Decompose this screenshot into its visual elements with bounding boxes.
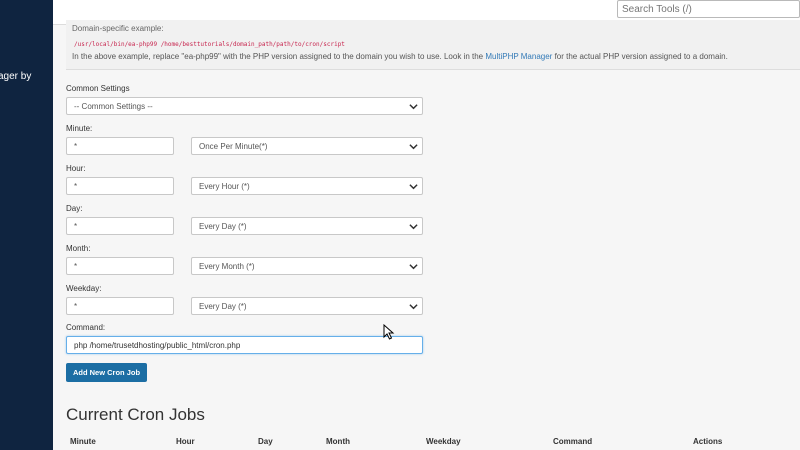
hour-input[interactable]: * xyxy=(66,177,174,195)
common-settings-value: -- Common Settings -- xyxy=(74,102,153,111)
multiphp-manager-link[interactable]: MultiPHP Manager xyxy=(485,52,552,61)
minute-input[interactable]: * xyxy=(66,137,174,155)
month-label: Month: xyxy=(66,244,91,253)
add-new-cron-job-button[interactable]: Add New Cron Job xyxy=(66,363,147,382)
weekday-select-value: Every Day (*) xyxy=(199,302,247,311)
minute-label: Minute: xyxy=(66,124,93,133)
hour-label: Hour: xyxy=(66,164,86,173)
minute-select[interactable]: Once Per Minute(*) xyxy=(191,137,423,155)
column-header-minute[interactable]: Minute xyxy=(70,437,96,446)
day-select[interactable]: Every Day (*) xyxy=(191,217,423,235)
chevron-down-icon xyxy=(409,104,418,110)
chevron-down-icon xyxy=(409,304,418,310)
info-box: Domain-specific example: /usr/local/bin/… xyxy=(66,20,800,70)
sidebar-partial-label: ager by xyxy=(0,71,32,82)
minute-select-value: Once Per Minute(*) xyxy=(199,142,268,151)
info-desc-text-end: for the actual PHP version assigned to a… xyxy=(552,52,728,61)
chevron-down-icon xyxy=(409,184,418,190)
weekday-label: Weekday: xyxy=(66,284,102,293)
hour-select-value: Every Hour (*) xyxy=(199,182,250,191)
day-select-value: Every Day (*) xyxy=(199,222,247,231)
chevron-down-icon xyxy=(409,224,418,230)
column-header-day[interactable]: Day xyxy=(258,437,273,446)
search-tools-input[interactable] xyxy=(617,0,800,18)
month-select[interactable]: Every Month (*) xyxy=(191,257,423,275)
column-header-command[interactable]: Command xyxy=(553,437,592,446)
column-header-actions: Actions xyxy=(693,437,723,446)
column-header-weekday[interactable]: Weekday xyxy=(426,437,461,446)
command-label: Command: xyxy=(66,323,106,332)
day-input[interactable]: * xyxy=(66,217,174,235)
column-header-hour[interactable]: Hour xyxy=(176,437,195,446)
common-settings-select[interactable]: -- Common Settings -- xyxy=(66,97,423,115)
chevron-down-icon xyxy=(409,144,418,150)
column-header-month[interactable]: Month xyxy=(326,437,350,446)
info-heading: Domain-specific example: xyxy=(72,24,164,33)
example-code: /usr/local/bin/ea-php99 /home/besttutori… xyxy=(74,41,345,48)
common-settings-label: Common Settings xyxy=(66,84,130,93)
command-input[interactable]: php /home/trusetdhosting/public_html/cro… xyxy=(66,336,423,354)
month-input[interactable]: * xyxy=(66,257,174,275)
chevron-down-icon xyxy=(409,264,418,270)
info-description: In the above example, replace "ea-php99"… xyxy=(72,52,728,61)
info-desc-text: In the above example, replace "ea-php99"… xyxy=(72,52,486,61)
current-cron-jobs-title: Current Cron Jobs xyxy=(66,405,205,424)
day-label: Day: xyxy=(66,204,83,213)
weekday-input[interactable]: * xyxy=(66,297,174,315)
sidebar: ager by xyxy=(0,0,53,450)
mouse-cursor-icon xyxy=(383,324,395,340)
month-select-value: Every Month (*) xyxy=(199,262,255,271)
hour-select[interactable]: Every Hour (*) xyxy=(191,177,423,195)
weekday-select[interactable]: Every Day (*) xyxy=(191,297,423,315)
